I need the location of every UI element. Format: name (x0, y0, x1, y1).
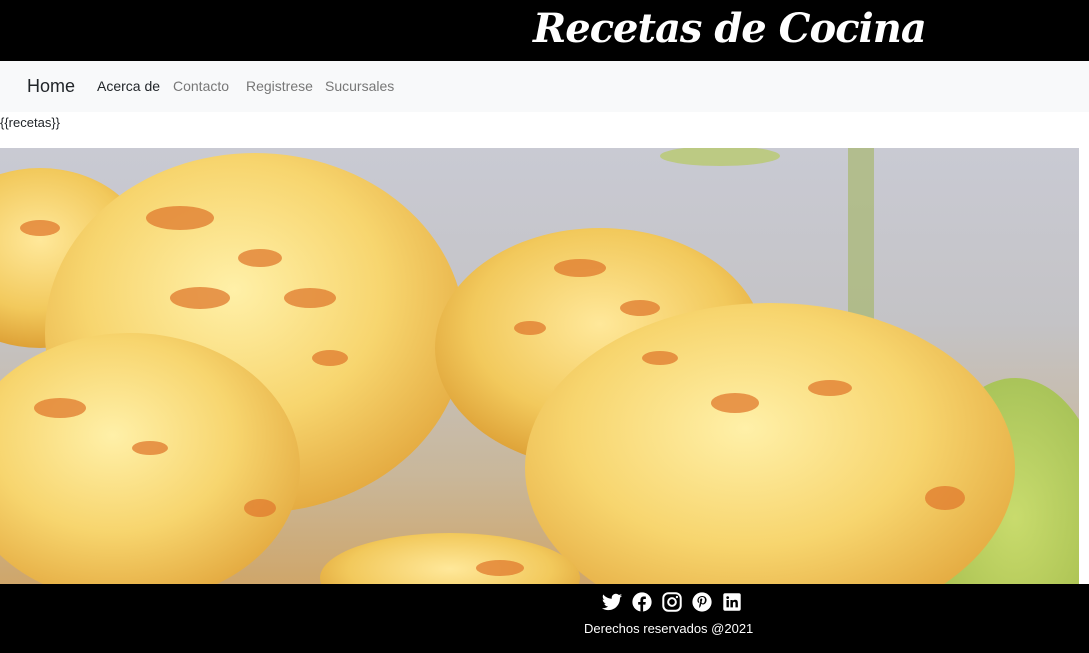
nav-link-contacto[interactable]: Contacto (173, 61, 229, 112)
nav-link-sucursales[interactable]: Sucursales (325, 61, 394, 112)
cheese-bread-illustration (0, 148, 1079, 584)
instagram-icon[interactable] (661, 591, 683, 613)
pinterest-icon[interactable] (691, 591, 713, 613)
nav-link-acerca-de[interactable]: Acerca de (97, 61, 160, 112)
hero-image (0, 148, 1079, 584)
site-footer: Derechos reservados @2021 (0, 584, 1089, 653)
site-title: Recetas de Cocina (533, 5, 927, 52)
recetas-placeholder: {{recetas}} (0, 115, 60, 130)
site-header: Recetas de Cocina (0, 0, 1089, 61)
facebook-icon[interactable] (631, 591, 653, 613)
copyright-text: Derechos reservados @2021 (584, 621, 754, 636)
navbar: Home Acerca de Contacto Registrese Sucur… (0, 61, 1089, 112)
linkedin-icon[interactable] (721, 591, 743, 613)
nav-link-registrese[interactable]: Registrese (246, 61, 313, 112)
nav-home-link[interactable]: Home (27, 61, 75, 112)
social-links (601, 591, 743, 613)
twitter-icon[interactable] (601, 591, 623, 613)
